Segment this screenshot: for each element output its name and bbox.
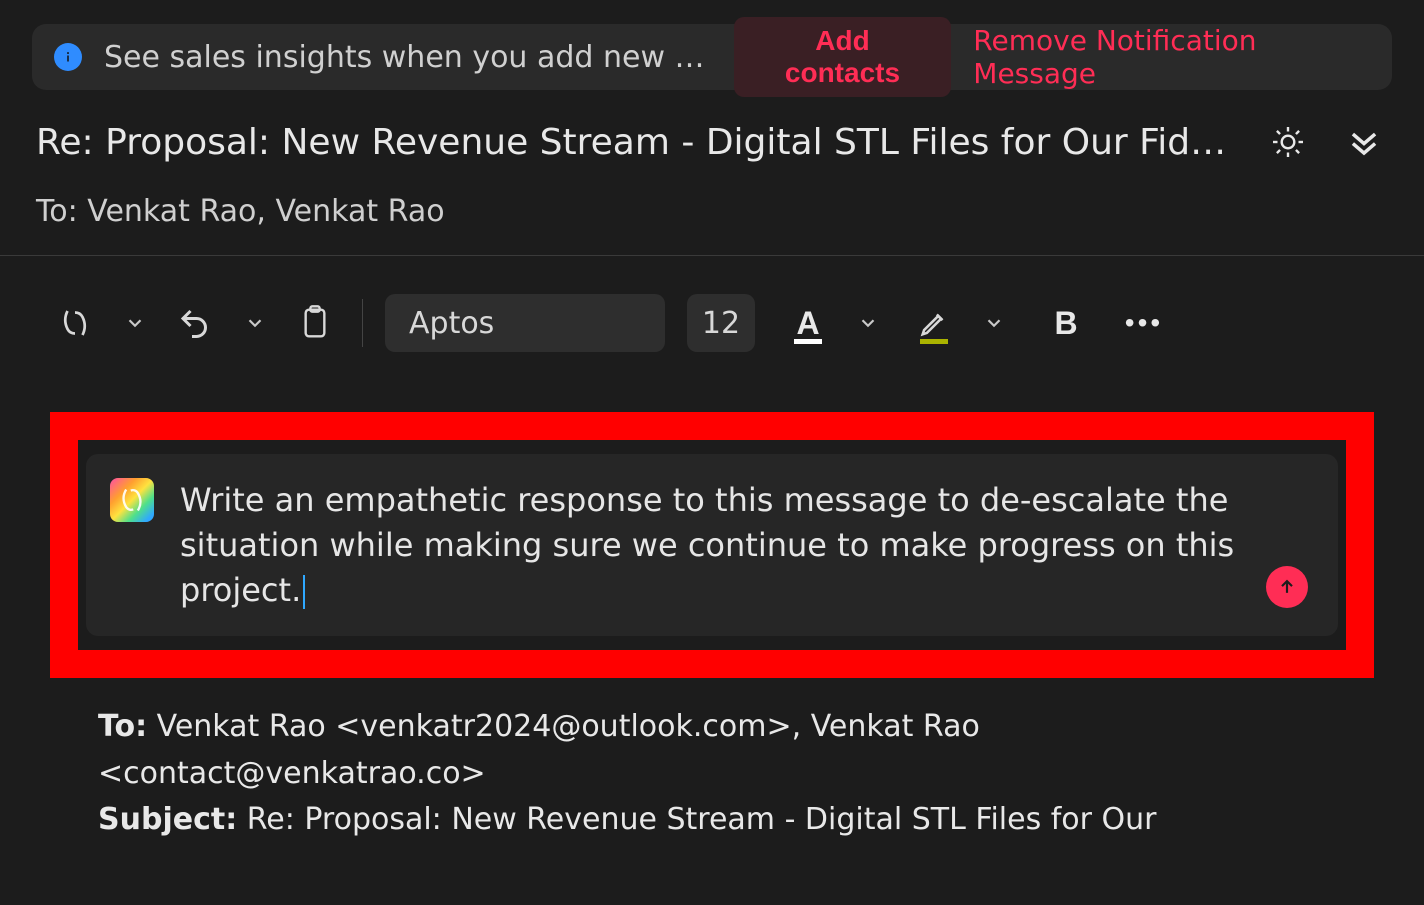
bold-letter: B [1054, 305, 1077, 342]
font-family-select[interactable]: Aptos [385, 294, 665, 352]
copilot-prompt-bar[interactable]: Write an empathetic response to this mes… [86, 454, 1338, 636]
quoted-subject-label: Subject: [98, 802, 237, 837]
copilot-send-button[interactable] [1266, 566, 1308, 608]
copilot-prompt-value: Write an empathetic response to this mes… [180, 481, 1234, 609]
font-color-swatch [794, 339, 822, 344]
expand-chevron-icon[interactable] [1340, 118, 1388, 166]
font-color-dropdown-icon[interactable] [843, 298, 893, 348]
to-field-row: To: Venkat Rao, Venkat Rao [0, 176, 1424, 255]
quoted-email-body[interactable]: To: Venkat Rao <venkatr2024@outlook.com>… [0, 678, 1424, 844]
add-contacts-button[interactable]: Add contacts [734, 17, 952, 97]
more-formatting-button[interactable]: ••• [1119, 298, 1169, 348]
text-cursor [303, 575, 305, 609]
toolbar-separator [362, 299, 363, 347]
bold-button[interactable]: B [1041, 298, 1091, 348]
font-color-letter: A [796, 305, 819, 342]
sales-insights-notification: See sales insights when you add new co… … [32, 24, 1392, 90]
undo-dropdown-icon[interactable] [230, 298, 280, 348]
highlight-dropdown-icon[interactable] [969, 298, 1019, 348]
copilot-icon [110, 478, 154, 522]
highlight-button[interactable] [909, 298, 959, 348]
compose-header: Re: Proposal: New Revenue Stream - Digit… [0, 90, 1424, 176]
font-size-value: 12 [702, 306, 740, 341]
copilot-dropdown-icon[interactable] [110, 298, 160, 348]
font-size-select[interactable]: 12 [687, 294, 755, 352]
brightness-icon[interactable] [1264, 118, 1312, 166]
copilot-prompt-text[interactable]: Write an empathetic response to this mes… [180, 478, 1240, 612]
copilot-toolbar-icon[interactable] [50, 298, 100, 348]
clipboard-button[interactable] [290, 298, 340, 348]
highlight-swatch [920, 339, 948, 344]
quoted-subject-value: Re: Proposal: New Revenue Stream - Digit… [247, 802, 1157, 837]
quoted-to-label: To: [98, 709, 147, 744]
quoted-to-line: To: Venkat Rao <venkatr2024@outlook.com>… [98, 704, 1326, 797]
formatting-toolbar: Aptos 12 A B ••• [0, 256, 1424, 382]
highlight-annotation-box: Write an empathetic response to this mes… [50, 412, 1374, 678]
info-icon [54, 43, 82, 71]
notification-text: See sales insights when you add new co… [104, 40, 712, 75]
subject-text: Re: Proposal: New Revenue Stream - Digit… [36, 122, 1236, 163]
to-recipients[interactable]: Venkat Rao, Venkat Rao [87, 194, 444, 229]
quoted-to-value: Venkat Rao <venkatr2024@outlook.com>, Ve… [98, 709, 980, 791]
ellipsis-icon: ••• [1125, 307, 1163, 339]
to-label: To: [36, 194, 78, 229]
undo-button[interactable] [170, 298, 220, 348]
font-family-value: Aptos [409, 306, 494, 341]
remove-notification-link[interactable]: Remove Notification Message [973, 24, 1370, 90]
quoted-subject-line: Subject: Re: Proposal: New Revenue Strea… [98, 797, 1326, 844]
font-color-button[interactable]: A [783, 298, 833, 348]
